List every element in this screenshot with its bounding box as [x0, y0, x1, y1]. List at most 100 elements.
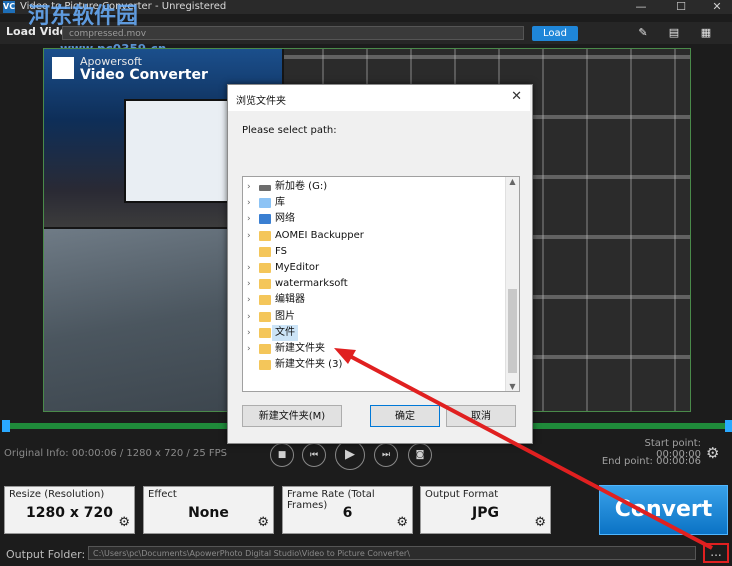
- folder-icon: [259, 327, 271, 338]
- chevron-right-icon[interactable]: ›: [247, 179, 251, 195]
- scroll-up-icon[interactable]: ▲: [506, 177, 519, 186]
- output-format-setting[interactable]: Output Format JPG ⚙: [420, 486, 551, 534]
- tree-item-label: 新建文件夹 (3): [275, 359, 343, 371]
- cancel-button[interactable]: 取消: [446, 405, 516, 427]
- apowersoft-logo-icon: [52, 57, 74, 79]
- watermark-text: 河东软件园: [28, 3, 139, 29]
- folder-icon: [259, 279, 271, 290]
- tree-item-label: AOMEI Backupper: [275, 229, 364, 241]
- chevron-right-icon[interactable]: ›: [247, 325, 251, 341]
- start-handle[interactable]: [2, 420, 10, 432]
- time-settings-gear-icon[interactable]: ⚙: [706, 444, 719, 462]
- play-button[interactable]: ▶: [335, 440, 365, 470]
- folder-icon: [259, 360, 271, 371]
- tree-item-label: 编辑器: [275, 294, 305, 306]
- frame-rate-setting[interactable]: Frame Rate (Total Frames) 6 ⚙: [282, 486, 413, 534]
- preview-logo-line2: Video Converter: [80, 67, 208, 83]
- effect-setting[interactable]: Effect None ⚙: [143, 486, 274, 534]
- app-icon: VC: [3, 1, 16, 13]
- chat-icon[interactable]: ▤: [666, 26, 682, 40]
- tree-item[interactable]: › 编辑器: [243, 292, 505, 308]
- output-folder-label: Output Folder:: [6, 548, 86, 561]
- output-format-value: JPG: [472, 505, 499, 521]
- ok-button[interactable]: 确定: [370, 405, 440, 427]
- load-button[interactable]: Load: [532, 26, 578, 41]
- document-icon[interactable]: ▦: [698, 26, 714, 40]
- tree-item-label: 网络: [275, 213, 295, 225]
- tree-item[interactable]: FS: [243, 244, 505, 260]
- convert-button[interactable]: Convert: [599, 485, 728, 535]
- scroll-thumb[interactable]: [508, 289, 517, 373]
- drive-icon: [259, 185, 271, 191]
- tree-item-label: watermarksoft: [275, 278, 348, 290]
- chevron-right-icon[interactable]: ›: [247, 260, 251, 276]
- tree-item-label: FS: [275, 245, 287, 257]
- output-folder-path[interactable]: C:\Users\pc\Documents\ApowerPhoto Digita…: [88, 546, 696, 560]
- folder-icon: [259, 246, 271, 257]
- output-format-caption: Output Format: [425, 489, 499, 500]
- tree-item-label: 新建文件夹: [275, 343, 325, 354]
- library-icon: [259, 198, 271, 209]
- close-button[interactable]: ✕: [704, 0, 730, 14]
- folder-icon: [259, 311, 271, 322]
- browse-folder-button[interactable]: ...: [703, 543, 729, 563]
- browse-folder-dialog: 浏览文件夹 ✕ Please select path: ▲ ▼ › 新加卷 (G:…: [227, 84, 533, 444]
- chevron-right-icon[interactable]: ›: [247, 341, 251, 357]
- tree-item[interactable]: › 图片: [243, 309, 505, 325]
- frame-rate-value: 6: [342, 505, 353, 521]
- tree-item[interactable]: › 网络: [243, 211, 505, 227]
- minimize-button[interactable]: —: [628, 0, 654, 14]
- scroll-down-icon[interactable]: ▼: [506, 382, 519, 391]
- tree-item-label: 新加卷 (G:): [275, 181, 328, 192]
- effect-value: None: [188, 505, 229, 521]
- chevron-right-icon[interactable]: ›: [247, 309, 251, 325]
- chevron-right-icon[interactable]: ›: [247, 276, 251, 292]
- tree-item[interactable]: › MyEditor: [243, 260, 505, 276]
- stop-button[interactable]: ■: [270, 443, 294, 467]
- resize-value: 1280 x 720: [26, 505, 113, 521]
- folder-icon: [259, 295, 271, 306]
- tree-item-label: 图片: [275, 310, 295, 322]
- effect-gear-icon[interactable]: ⚙: [257, 515, 269, 530]
- frame-rate-gear-icon[interactable]: ⚙: [396, 515, 408, 530]
- folder-tree[interactable]: ▲ ▼ › 新加卷 (G:) › 库 › 网络 › AOMEI Backupper FS › MyE…: [242, 176, 520, 392]
- chevron-right-icon[interactable]: ›: [247, 228, 251, 244]
- folder-icon: [259, 344, 271, 354]
- output-folder-row: Output Folder: C:\Users\pc\Documents\Apo…: [0, 542, 732, 566]
- end-point: End point: 00:00:06: [601, 456, 701, 467]
- chevron-right-icon[interactable]: ›: [247, 292, 251, 308]
- maximize-button[interactable]: ☐: [668, 0, 694, 14]
- resize-gear-icon[interactable]: ⚙: [118, 515, 130, 530]
- tree-item-label: 文件: [272, 324, 298, 341]
- dialog-title: 浏览文件夹: [236, 96, 286, 107]
- end-handle[interactable]: [725, 420, 732, 432]
- folder-icon: [259, 230, 271, 241]
- folder-icon: [259, 263, 271, 273]
- tree-item[interactable]: › 新建文件夹: [243, 341, 505, 357]
- output-format-gear-icon[interactable]: ⚙: [534, 515, 546, 530]
- tag-icon[interactable]: ✎: [635, 26, 651, 40]
- tree-item[interactable]: › 库: [243, 195, 505, 211]
- tree-item[interactable]: › 文件: [243, 324, 505, 341]
- dialog-title-bar: 浏览文件夹 ✕: [228, 85, 530, 111]
- effect-caption: Effect: [148, 489, 177, 500]
- snapshot-button[interactable]: ◙: [408, 443, 432, 467]
- original-info: Original Info: 00:00:06 / 1280 x 720 / 2…: [4, 448, 227, 459]
- tree-item[interactable]: 新建文件夹 (3): [243, 357, 505, 373]
- tree-item[interactable]: › watermarksoft: [243, 276, 505, 292]
- tree-item[interactable]: › AOMEI Backupper: [243, 228, 505, 244]
- tree-scrollbar[interactable]: ▲ ▼: [505, 177, 519, 391]
- dialog-close-button[interactable]: ✕: [511, 89, 522, 104]
- chevron-right-icon[interactable]: ›: [247, 211, 251, 227]
- next-button[interactable]: ⏭: [374, 443, 398, 467]
- previous-button[interactable]: ⏮: [302, 443, 326, 467]
- tree-item-label: 库: [275, 197, 285, 209]
- tree-item-label: MyEditor: [275, 262, 320, 273]
- chevron-right-icon[interactable]: ›: [247, 195, 251, 211]
- network-icon: [259, 214, 271, 225]
- resize-caption: Resize (Resolution): [9, 489, 105, 500]
- new-folder-button[interactable]: 新建文件夹(M): [242, 405, 342, 427]
- resize-setting[interactable]: Resize (Resolution) 1280 x 720 ⚙: [4, 486, 135, 534]
- dialog-prompt: Please select path:: [242, 125, 337, 136]
- tree-item[interactable]: › 新加卷 (G:): [243, 179, 505, 195]
